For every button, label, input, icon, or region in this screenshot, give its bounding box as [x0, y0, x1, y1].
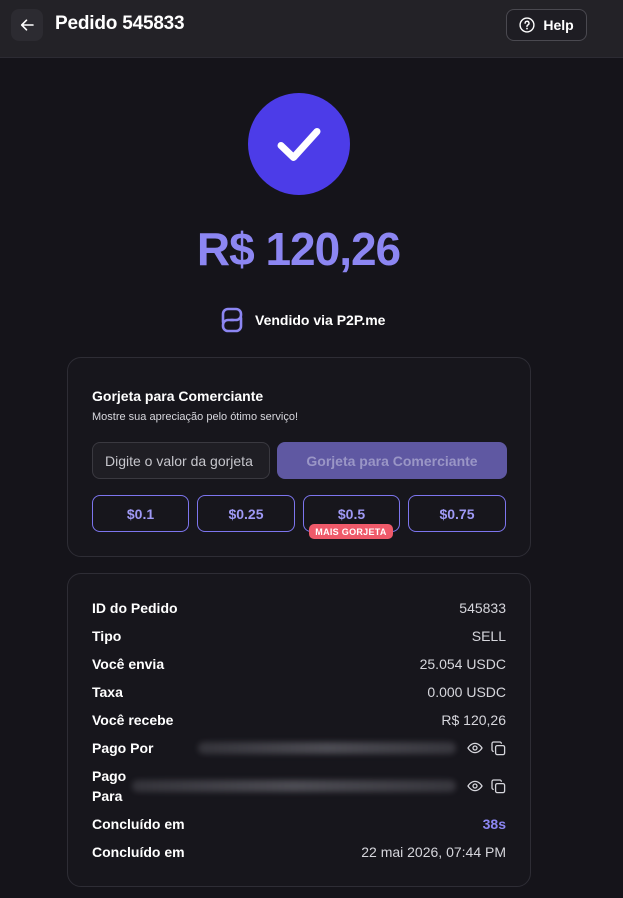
tip-title: Gorjeta para Comerciante — [92, 388, 264, 404]
paid-by-value-hidden — [198, 742, 456, 754]
tip-subtitle: Mostre sua apreciação pelo ótimo serviço… — [92, 411, 299, 423]
help-label: Help — [543, 17, 574, 33]
tip-amount-button[interactable]: $0.1 — [92, 495, 189, 532]
completed-at-value: 22 mai 2026, 07:44 PM — [361, 844, 506, 860]
order-amount: R$ 120,26 — [196, 223, 401, 275]
you-send-value: 25.054 USDC — [419, 656, 506, 672]
you-receive-value: R$ 120,26 — [441, 712, 506, 728]
success-badge — [248, 93, 350, 195]
check-icon — [277, 128, 321, 161]
type-value: SELL — [471, 628, 506, 644]
reveal-paid-to-button[interactable] — [466, 777, 484, 795]
back-button[interactable] — [11, 9, 43, 41]
order-details-card: ID do Pedido 545833 Tipo SELL Você envia… — [67, 573, 531, 887]
copy-paid-by-button[interactable] — [489, 739, 507, 757]
completed-in-label: Concluído em — [92, 816, 185, 832]
tip-amount-input[interactable] — [92, 442, 270, 479]
copy-icon — [490, 740, 505, 755]
completed-in-value: 38s — [482, 816, 506, 832]
you-send-label: Você envia — [92, 656, 165, 672]
sold-via-label: Vendido via P2P.me — [255, 312, 386, 328]
tip-submit-button[interactable]: Gorjeta para Comerciante — [277, 442, 507, 479]
copy-icon — [490, 778, 505, 793]
page-title: Pedido 545833 — [55, 13, 185, 34]
tip-amount-button[interactable]: $0.25 — [197, 495, 295, 532]
copy-paid-to-button[interactable] — [489, 777, 507, 795]
order-id-value: 545833 — [459, 600, 506, 616]
tip-card: Gorjeta para Comerciante Mostre sua apre… — [67, 357, 531, 557]
order-id-label: ID do Pedido — [92, 600, 178, 616]
eye-icon — [467, 780, 483, 792]
p2p-logo-icon — [221, 307, 243, 333]
fee-value: 0.000 USDC — [427, 684, 506, 700]
eye-icon — [467, 742, 483, 754]
help-button[interactable]: Help — [506, 9, 587, 41]
most-tipped-badge: MAIS GORJETA — [309, 524, 393, 539]
paid-to-label-line2: Para — [92, 788, 123, 804]
question-circle-icon — [519, 17, 535, 33]
sold-via: Vendido via P2P.me — [220, 306, 385, 334]
arrow-left-icon — [20, 19, 34, 31]
type-label: Tipo — [92, 628, 122, 644]
paid-to-label: Pago — [92, 768, 127, 784]
reveal-paid-by-button[interactable] — [466, 739, 484, 757]
fee-label: Taxa — [92, 684, 123, 700]
paid-by-label: Pago Por — [92, 740, 154, 756]
top-bar: Pedido 545833 Help — [0, 0, 623, 58]
paid-to-value-hidden — [132, 780, 456, 792]
you-receive-label: Você recebe — [92, 712, 174, 728]
tip-amount-button[interactable]: $0.75 — [408, 495, 506, 532]
completed-at-label: Concluído em — [92, 844, 185, 860]
